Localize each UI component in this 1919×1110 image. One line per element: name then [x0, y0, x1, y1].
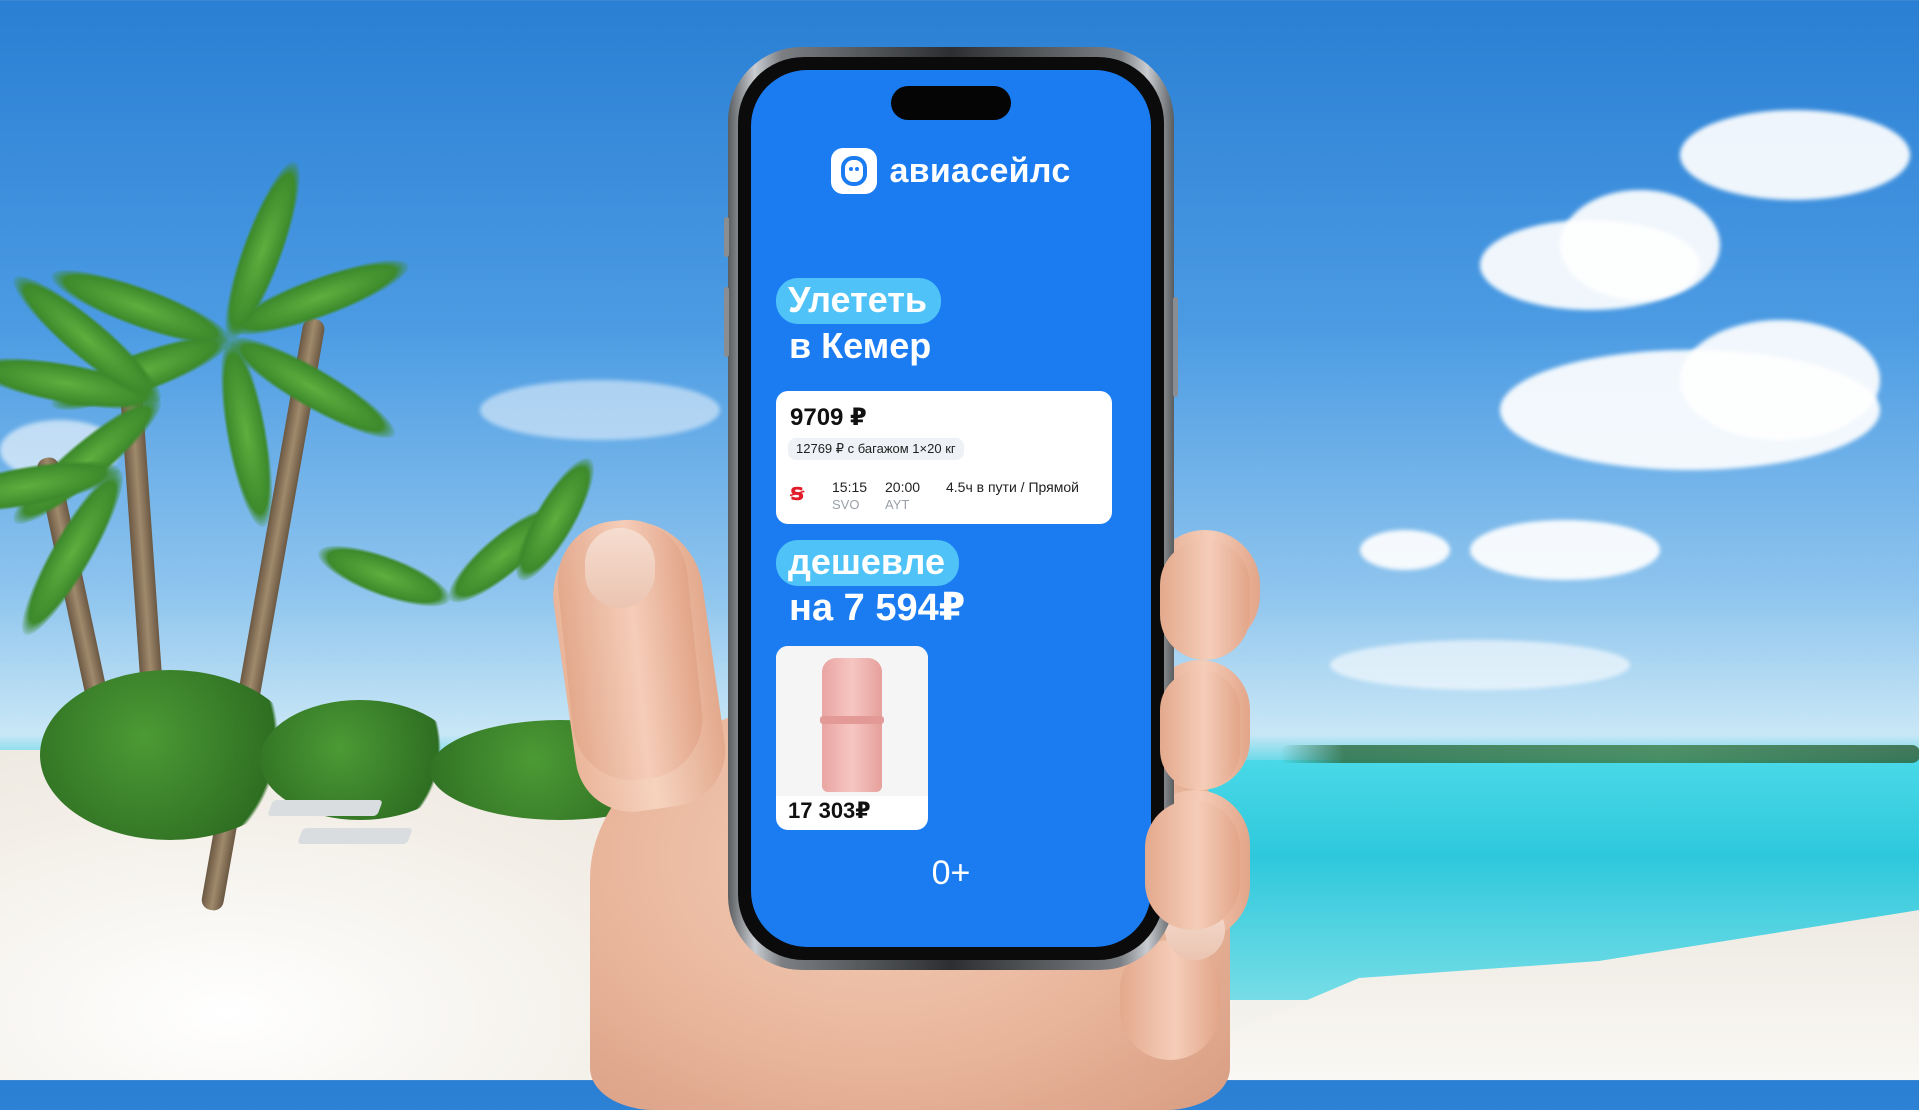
brand-name: авиасейлс [889, 151, 1071, 190]
brand-header: авиасейлс [751, 148, 1151, 194]
dynamic-island [891, 86, 1011, 120]
headline-pill-cheaper: дешевле [776, 540, 959, 586]
flight-offer-card[interactable]: 9709 ₽ 12769 ₽ с багажом 1×20 кг ꞩ 15:15… [776, 391, 1112, 524]
pink-coat-image [776, 646, 928, 796]
flight-price: 9709 ₽ [790, 404, 867, 431]
app-screen: авиасейлс Улететь в Кемер 9709 ₽ 12769 ₽… [751, 70, 1151, 947]
product-price: 17 303₽ [788, 798, 871, 823]
headline-savings: на 7 594₽ [789, 587, 966, 629]
depart-time: 15:15 [832, 479, 868, 495]
flight-duration: 4.5ч в пути / Прямой [946, 479, 1079, 495]
s7-airline-icon: ꞩ [790, 479, 805, 506]
headline-destination: в Кемер [789, 325, 932, 366]
depart-airport-code: SVO [832, 497, 860, 512]
headline-pill-fly: Улететь [776, 278, 942, 324]
aviasales-face-icon [831, 148, 878, 194]
baggage-price-badge: 12769 ₽ с багажом 1×20 кг [788, 438, 964, 460]
phone-device: авиасейлс Улететь в Кемер 9709 ₽ 12769 ₽… [724, 47, 1178, 970]
age-rating: 0+ [931, 854, 971, 892]
product-card[interactable]: 17 303₽ [776, 646, 928, 830]
arrive-time: 20:00 [885, 479, 921, 495]
arrive-airport-code: AYT [885, 497, 910, 512]
